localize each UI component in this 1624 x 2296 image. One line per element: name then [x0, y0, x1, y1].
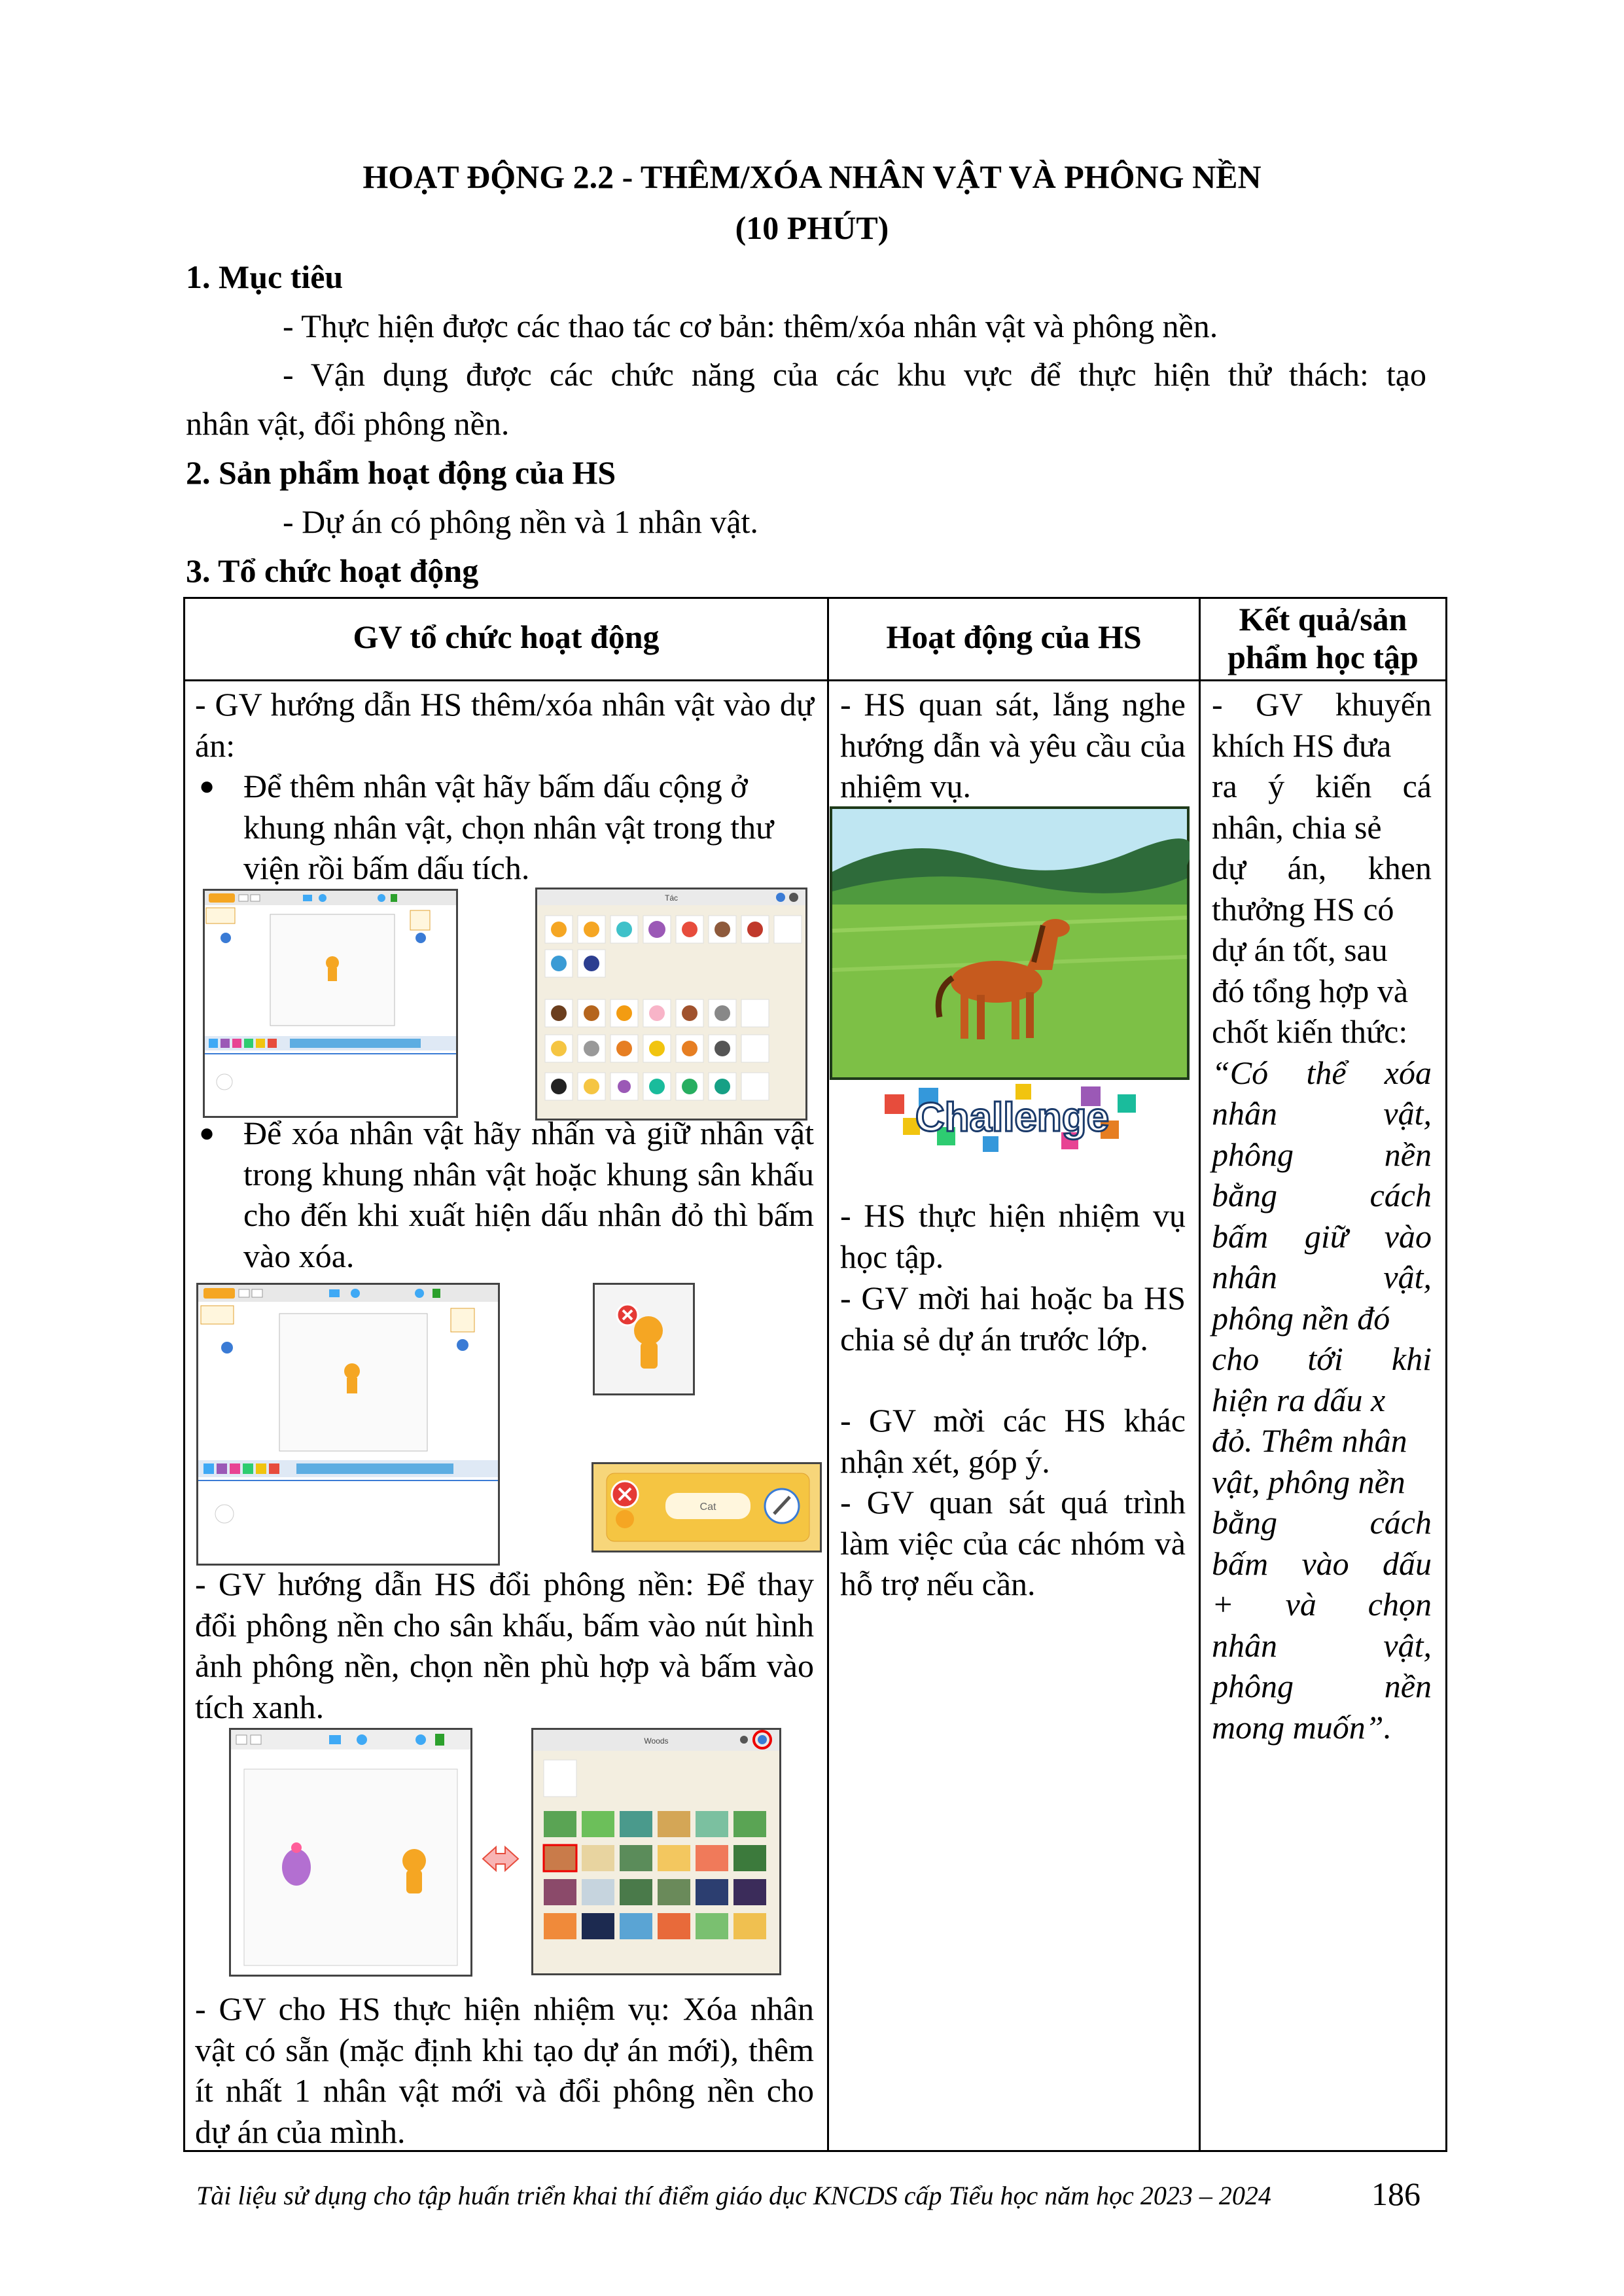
bullet-icon: ● [199, 771, 215, 800]
result-line: hiện ra dấu x [1212, 1381, 1386, 1418]
teacher-background-instruction: - GV hướng dẫn HS đổi phông nền: Để thay… [195, 1566, 814, 1725]
bullet-icon: ● [199, 1118, 215, 1147]
page-title: HOẠT ĐỘNG 2.2 - THÊM/XÓA NHÂN VẬT VÀ PHÔ… [362, 158, 1262, 195]
table-header-divider [183, 679, 1447, 681]
result-line: nhân vật, [1212, 1626, 1432, 1664]
footer-note: Tài liệu sử dụng cho tập huấn triển khai… [196, 2181, 1271, 2210]
header-teacher: GV tổ chức hoạt động [353, 619, 660, 655]
result-line: bấm vào dấu [1212, 1545, 1432, 1582]
product-description: - Dự án có phông nền và 1 nhân vật. [283, 503, 758, 540]
teacher-task: - GV cho HS thực hiện nhiệm vụ: Xóa nhân… [195, 1990, 814, 2150]
screenshot-background-library: Woods [531, 1728, 781, 1975]
screenshot-editor-add [203, 889, 458, 1118]
student-feedback: - GV mời các HS khác nhận xét, góp ý. [840, 1402, 1186, 1480]
student-observe: - HS quan sát, lắng nghe hướng dẫn và yê… [840, 686, 1186, 804]
sprite-name-label: Cat [700, 1501, 716, 1513]
teacher-intro: - GV hướng dẫn HS thêm/xóa nhân vật vào … [195, 686, 814, 764]
background-library-title: Woods [644, 1736, 668, 1746]
result-line: dự án, khen [1212, 850, 1432, 886]
header-result-line1: Kết quả/sản [1239, 601, 1407, 637]
result-line: dự án tốt, sau [1212, 931, 1388, 968]
result-line: vật, phông nền [1212, 1463, 1405, 1500]
result-line: đỏ. Thêm nhân [1212, 1422, 1407, 1459]
table-divider-2 [1199, 597, 1201, 2152]
result-line: khích HS đưa [1212, 726, 1392, 764]
objective-2-line1: - Vận dụng được các chức năng của các kh… [283, 356, 1426, 393]
arrow-icon [478, 1839, 523, 1878]
screenshot-character-library: Tác [535, 888, 807, 1121]
result-line: chốt kiến thức: [1212, 1013, 1408, 1050]
horse-illustration [830, 806, 1190, 1080]
result-text: - GV khuyến khích HS đưa ra ý kiến cá nh… [1212, 684, 1432, 1748]
result-line: phông nền [1212, 1136, 1432, 1173]
challenge-logo: Challenge [885, 1081, 1140, 1158]
result-line: mong muốn”. [1212, 1708, 1392, 1746]
objective-2-line2: nhân vật, đổi phông nền. [186, 405, 510, 442]
result-line: cho tới khi [1212, 1340, 1432, 1377]
student-do-task: - HS thực hiện nhiệm vụ học tập. [840, 1197, 1186, 1275]
library-title: Tác [665, 893, 678, 903]
screenshot-editor-delete [196, 1283, 500, 1566]
result-line: “Có thể xóa [1212, 1054, 1432, 1091]
challenge-word: Challenge [915, 1095, 1109, 1140]
result-line: nhân, chia sẻ [1212, 808, 1382, 846]
result-line: thưởng HS có [1212, 890, 1394, 927]
result-line: đó tổng hợp và [1212, 972, 1409, 1009]
header-result-line2: phẩm học tập [1227, 639, 1419, 675]
objective-1: - Thực hiện được các thao tác cơ bản: th… [283, 308, 1218, 344]
result-line: bấm giữ vào [1212, 1217, 1432, 1255]
result-line: nhân vật, [1212, 1259, 1432, 1295]
section-heading-product: 2. Sản phẩm hoạt động của HS [186, 454, 616, 491]
result-line: phông nền [1212, 1668, 1432, 1704]
page-subtitle: (10 PHÚT) [735, 209, 889, 246]
student-observe-groups: - GV quan sát quá trình làm việc của các… [840, 1484, 1186, 1602]
result-line: bằng cách [1212, 1504, 1432, 1541]
result-line: - GV khuyến [1212, 686, 1432, 723]
table-divider-1 [827, 597, 829, 2152]
section-heading-organization: 3. Tổ chức hoạt động [186, 552, 479, 589]
result-line: bằng cách [1212, 1177, 1432, 1213]
result-line: + và chọn [1212, 1586, 1432, 1623]
teacher-bullet-add: Để thêm nhân vật hãy bấm dấu cộng ở khun… [243, 768, 774, 886]
page-number: 186 [1371, 2176, 1421, 2212]
student-share: - GV mời hai hoặc ba HS chia sẻ dự án tr… [840, 1280, 1186, 1357]
result-line: phông nền đó [1212, 1299, 1390, 1336]
result-line: nhân vật, [1212, 1095, 1432, 1132]
header-student: Hoạt động của HS [886, 619, 1142, 655]
section-heading-objectives: 1. Mục tiêu [186, 259, 344, 295]
screenshot-cat-delete-mark [593, 1283, 695, 1395]
result-line: ra ý kiến cá [1212, 768, 1432, 804]
screenshot-sprite-delete: Cat [591, 1462, 822, 1552]
teacher-bullet-delete: Để xóa nhân vật hãy nhấn và giữ nhân vật… [243, 1115, 814, 1274]
screenshot-stage [229, 1728, 472, 1977]
